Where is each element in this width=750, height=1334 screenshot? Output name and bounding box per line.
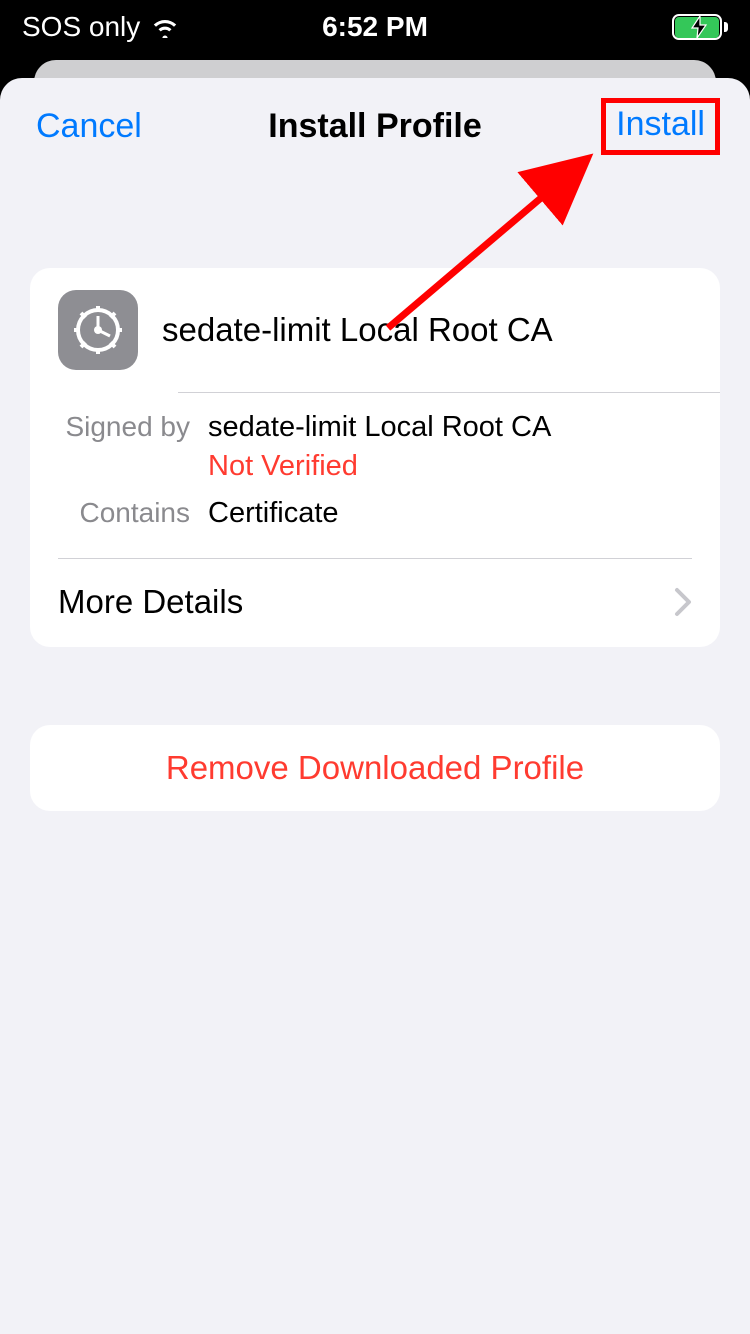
status-right xyxy=(672,13,728,41)
remove-profile-label: Remove Downloaded Profile xyxy=(166,749,584,786)
contains-label: Contains xyxy=(58,497,190,529)
cancel-button[interactable]: Cancel xyxy=(30,103,148,150)
more-details-label: More Details xyxy=(58,583,243,621)
profile-info: Signed by sedate-limit Local Root CA Not… xyxy=(30,393,720,558)
page-title: Install Profile xyxy=(268,107,482,146)
status-bar: SOS only 6:52 PM xyxy=(0,0,750,54)
signed-by-row: Signed by sedate-limit Local Root CA xyxy=(58,411,692,444)
install-button[interactable]: Install xyxy=(601,98,720,155)
contains-row: Contains Certificate xyxy=(58,497,692,530)
verification-status: Not Verified xyxy=(208,450,692,483)
signed-by-label: Signed by xyxy=(58,411,190,443)
carrier-text: SOS only xyxy=(22,11,140,43)
status-left: SOS only xyxy=(22,11,180,43)
chevron-right-icon xyxy=(674,587,692,617)
signed-by-value: sedate-limit Local Root CA xyxy=(208,411,551,444)
wifi-icon xyxy=(150,16,180,38)
device-frame: SOS only 6:52 PM Cancel Install Pro xyxy=(0,0,750,1334)
contains-value: Certificate xyxy=(208,497,339,530)
gear-icon xyxy=(72,304,124,356)
nav-bar: Cancel Install Profile Install xyxy=(0,78,750,174)
more-details-row[interactable]: More Details xyxy=(30,559,720,647)
battery-icon xyxy=(672,13,728,41)
profile-header: sedate-limit Local Root CA xyxy=(30,268,720,392)
charging-bolt-icon xyxy=(690,16,708,38)
profile-gear-badge xyxy=(58,290,138,370)
profile-card: sedate-limit Local Root CA Signed by sed… xyxy=(30,268,720,647)
install-profile-sheet: Cancel Install Profile Install xyxy=(0,78,750,1334)
profile-name: sedate-limit Local Root CA xyxy=(162,311,553,349)
remove-profile-button[interactable]: Remove Downloaded Profile xyxy=(30,725,720,811)
status-time: 6:52 PM xyxy=(322,11,428,43)
